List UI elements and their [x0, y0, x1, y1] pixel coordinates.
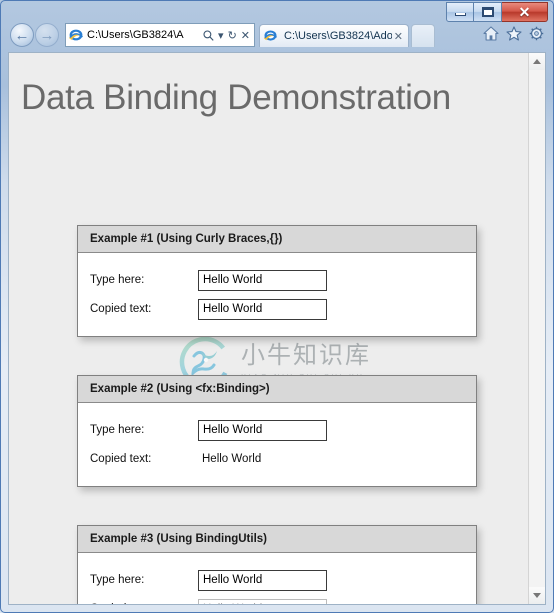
back-button[interactable]: ←	[10, 23, 34, 47]
browser-viewport: Data Binding Demonstration 小牛知识库 Example…	[8, 52, 546, 605]
scroll-down-button[interactable]	[529, 587, 545, 604]
panel-3-header: Example #3 (Using BindingUtils)	[78, 526, 476, 553]
browser-window: ✕ ← → C:\Users\GB3824\A ▾ ↻ ✕ C:\Users\G…	[0, 0, 554, 613]
new-tab-button[interactable]	[411, 24, 435, 47]
panel-1-body: Type here: Hello World Copied text: Hell…	[78, 253, 476, 336]
address-input[interactable]: C:\Users\GB3824\A	[87, 29, 201, 41]
window-controls: ✕	[446, 2, 548, 22]
scroll-up-icon	[533, 59, 541, 64]
maximize-button[interactable]	[474, 2, 502, 22]
internet-explorer-icon	[68, 27, 84, 43]
close-button[interactable]: ✕	[502, 2, 548, 22]
panel-3-body: Type here: Hello World Copied text: Hell…	[78, 553, 476, 604]
panel-3-row-copied-text: Copied text: Hello World	[90, 596, 476, 604]
panel-1-header: Example #1 (Using Curly Braces,{})	[78, 226, 476, 253]
panel-2-label-copied-text: Copied text:	[90, 453, 152, 465]
watermark-chinese: 小牛知识库	[241, 341, 371, 369]
maximize-icon	[481, 7, 494, 17]
panel-2-body: Type here: Hello World Copied text: Hell…	[78, 403, 476, 486]
panel-2-input-type-here[interactable]: Hello World	[198, 419, 327, 441]
panel-2-row-copied-text: Copied text: Hello World	[90, 446, 476, 472]
stop-icon[interactable]: ✕	[239, 29, 252, 42]
panel-2-header: Example #2 (Using <fx:Binding>)	[78, 376, 476, 403]
panel-2-row-type-here: Type here: Hello World	[90, 417, 476, 443]
navigation-bar: ← → C:\Users\GB3824\A ▾ ↻ ✕ C:\Users\GB3…	[4, 22, 550, 52]
home-icon[interactable]	[483, 26, 499, 41]
panel-1-input-copied-text[interactable]: Hello World	[198, 298, 327, 320]
panel-1-label-type-here: Type here:	[90, 274, 145, 286]
panel-3-input-type-here[interactable]: Hello World	[198, 569, 327, 591]
panel-3-label-copied-text: Copied text:	[90, 603, 198, 604]
star-icon[interactable]	[506, 26, 522, 41]
example-panel-3: Example #3 (Using BindingUtils) Type her…	[77, 525, 477, 604]
back-arrow-icon: ←	[14, 26, 30, 44]
chevron-down-icon[interactable]: ▾	[216, 29, 226, 42]
vertical-scrollbar[interactable]	[528, 53, 545, 604]
minimize-icon	[454, 13, 466, 16]
panel-2-label-type-here: Type here:	[90, 424, 145, 436]
panel-1-input-type-here[interactable]: Hello World	[198, 269, 327, 291]
nav-buttons: ← →	[10, 23, 60, 47]
scrollbar-track[interactable]	[529, 70, 545, 587]
example-panel-1: Example #1 (Using Curly Braces,{}) Type …	[77, 225, 477, 337]
toolbar-icons	[483, 26, 544, 41]
browser-tab[interactable]: C:\Users\GB3824\Ado... ✕	[259, 24, 409, 47]
panel-1-label-copied-text: Copied text:	[90, 303, 152, 315]
search-icon[interactable]	[201, 29, 216, 41]
refresh-icon[interactable]: ↻	[226, 29, 239, 42]
scroll-down-icon	[533, 593, 541, 598]
title-bar: ✕	[4, 2, 550, 22]
page-content: Data Binding Demonstration 小牛知识库 Example…	[9, 53, 528, 604]
page-title: Data Binding Demonstration	[21, 78, 451, 117]
tab-close-icon[interactable]: ✕	[392, 30, 405, 43]
forward-arrow-icon: →	[39, 26, 55, 44]
example-panel-2: Example #2 (Using <fx:Binding>) Type her…	[77, 375, 477, 487]
panel-1-row-type-here: Type here: Hello World	[90, 267, 476, 293]
tab-title: C:\Users\GB3824\Ado...	[284, 30, 392, 42]
address-bar[interactable]: C:\Users\GB3824\A ▾ ↻ ✕	[65, 23, 255, 47]
forward-button[interactable]: →	[35, 23, 59, 47]
panel-2-output-copied-text: Hello World	[202, 453, 262, 465]
panel-1-row-copied-text: Copied text: Hello World	[90, 296, 476, 322]
close-icon: ✕	[518, 4, 531, 20]
scroll-up-button[interactable]	[529, 53, 545, 70]
gear-icon[interactable]	[529, 26, 544, 41]
panel-3-input-copied-text: Hello World	[198, 598, 327, 604]
tab-internet-explorer-icon	[263, 28, 279, 44]
minimize-button[interactable]	[446, 2, 474, 22]
panel-3-row-type-here: Type here: Hello World	[90, 567, 476, 593]
panel-3-label-type-here: Type here:	[90, 574, 145, 586]
